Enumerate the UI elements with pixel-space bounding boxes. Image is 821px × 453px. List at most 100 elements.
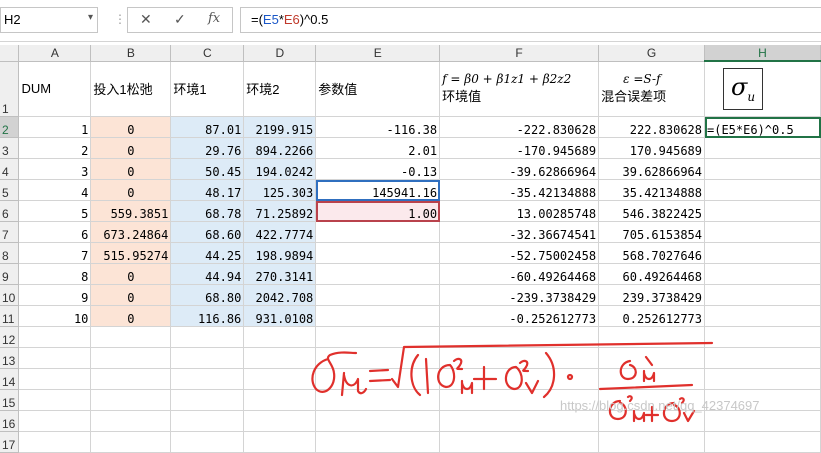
row-header[interactable]: 14 xyxy=(0,368,20,390)
cell-b16[interactable] xyxy=(90,410,172,432)
cell-b5[interactable]: 0 xyxy=(90,179,172,201)
cell-h6[interactable] xyxy=(704,200,821,222)
cell-d1[interactable]: 环境2 xyxy=(243,61,317,117)
row-header[interactable]: 3 xyxy=(0,137,20,159)
row-header[interactable]: 8 xyxy=(0,242,20,264)
row-header[interactable]: 2 xyxy=(0,116,20,138)
column-header-f[interactable]: F xyxy=(439,45,600,62)
row-header[interactable]: 13 xyxy=(0,347,20,369)
cell-a16[interactable] xyxy=(18,410,92,432)
cell-h17[interactable] xyxy=(704,431,821,453)
cell-f6[interactable]: 13.00285748 xyxy=(439,200,600,222)
cell-f11[interactable]: -0.252612773 xyxy=(439,305,600,327)
row-header[interactable]: 17 xyxy=(0,431,20,453)
cell-c9[interactable]: 44.94 xyxy=(170,263,245,285)
cell-e9[interactable] xyxy=(315,263,441,285)
cell-g8[interactable]: 568.7027646 xyxy=(598,242,705,264)
cell-f5[interactable]: -35.42134888 xyxy=(439,179,600,201)
cell-a2[interactable]: 1 xyxy=(18,116,92,138)
cell-a7[interactable]: 6 xyxy=(18,221,92,243)
cell-f2[interactable]: -222.830628 xyxy=(439,116,600,138)
cell-b8[interactable]: 515.95274 xyxy=(90,242,172,264)
column-header-e[interactable]: E xyxy=(315,45,441,62)
cell-c12[interactable] xyxy=(170,326,245,348)
cell-h7[interactable] xyxy=(704,221,821,243)
cell-b1[interactable]: 投入1松弛 xyxy=(90,61,172,117)
cell-g6[interactable]: 546.3822425 xyxy=(598,200,705,222)
cell-c7[interactable]: 68.60 xyxy=(170,221,245,243)
cell-g7[interactable]: 705.6153854 xyxy=(598,221,705,243)
cell-a14[interactable] xyxy=(18,368,92,390)
cell-d7[interactable]: 422.7774 xyxy=(243,221,317,243)
column-header-d[interactable]: D xyxy=(243,45,317,62)
cell-b3[interactable]: 0 xyxy=(90,137,172,159)
cell-h1[interactable]: σu xyxy=(704,61,821,117)
cell-a15[interactable] xyxy=(18,389,92,411)
cell-a8[interactable]: 7 xyxy=(18,242,92,264)
cell-f17[interactable] xyxy=(439,431,600,453)
cell-g17[interactable] xyxy=(598,431,705,453)
row-header[interactable]: 16 xyxy=(0,410,20,432)
cell-f8[interactable]: -52.75002458 xyxy=(439,242,600,264)
cell-d8[interactable]: 198.9894 xyxy=(243,242,317,264)
cell-b13[interactable] xyxy=(90,347,172,369)
cell-f3[interactable]: -170.945689 xyxy=(439,137,600,159)
cell-g10[interactable]: 239.3738429 xyxy=(598,284,705,306)
cell-a9[interactable]: 8 xyxy=(18,263,92,285)
cell-g4[interactable]: 39.62866964 xyxy=(598,158,705,180)
column-header-a[interactable]: A xyxy=(18,45,92,62)
cell-e3[interactable]: 2.01 xyxy=(315,137,441,159)
row-header[interactable]: 1 xyxy=(0,61,20,117)
column-header-b[interactable]: B xyxy=(90,45,172,62)
cell-h4[interactable] xyxy=(704,158,821,180)
column-header-g[interactable]: G xyxy=(598,45,705,62)
row-header[interactable]: 7 xyxy=(0,221,20,243)
cell-a12[interactable] xyxy=(18,326,92,348)
cell-e6[interactable]: 1.00 xyxy=(315,200,441,222)
row-header[interactable]: 15 xyxy=(0,389,20,411)
cell-e4[interactable]: -0.13 xyxy=(315,158,441,180)
cell-g11[interactable]: 0.252612773 xyxy=(598,305,705,327)
formula-input[interactable]: =(E5*E6)^0.5 xyxy=(240,7,821,33)
cell-a1[interactable]: DUM xyxy=(18,61,92,117)
row-header[interactable]: 9 xyxy=(0,263,20,285)
cancel-icon[interactable]: ✕ xyxy=(140,11,152,28)
cell-e8[interactable] xyxy=(315,242,441,264)
cell-b10[interactable]: 0 xyxy=(90,284,172,306)
cell-d2[interactable]: 2199.915 xyxy=(243,116,317,138)
enter-icon[interactable]: ✓ xyxy=(174,11,186,28)
cell-b17[interactable] xyxy=(90,431,172,453)
cell-e17[interactable] xyxy=(315,431,441,453)
select-all-corner[interactable] xyxy=(0,45,20,62)
cell-b7[interactable]: 673.24864 xyxy=(90,221,172,243)
cell-d10[interactable]: 2042.708 xyxy=(243,284,317,306)
cell-c10[interactable]: 68.80 xyxy=(170,284,245,306)
cell-g3[interactable]: 170.945689 xyxy=(598,137,705,159)
cell-h2[interactable]: =(E5*E6)^0.5 xyxy=(704,116,821,138)
cell-b14[interactable] xyxy=(90,368,172,390)
cell-b11[interactable]: 0 xyxy=(90,305,172,327)
cell-h5[interactable] xyxy=(704,179,821,201)
cell-c15[interactable] xyxy=(170,389,245,411)
cell-b4[interactable]: 0 xyxy=(90,158,172,180)
row-header[interactable]: 5 xyxy=(0,179,20,201)
cell-e5[interactable]: 145941.16 xyxy=(315,179,441,201)
cell-h11[interactable] xyxy=(704,305,821,327)
cell-h10[interactable] xyxy=(704,284,821,306)
row-header[interactable]: 6 xyxy=(0,200,20,222)
row-header[interactable]: 12 xyxy=(0,326,20,348)
cell-d9[interactable]: 270.3141 xyxy=(243,263,317,285)
cell-d4[interactable]: 194.0242 xyxy=(243,158,317,180)
column-header-c[interactable]: C xyxy=(170,45,245,62)
cell-h8[interactable] xyxy=(704,242,821,264)
cell-g1[interactable]: ε =S-f 混合误差项 xyxy=(598,61,705,117)
cell-f1[interactable]: f = β0 + β1z1 + β2z2 环境值 xyxy=(439,61,600,117)
cell-d3[interactable]: 894.2266 xyxy=(243,137,317,159)
cell-e10[interactable] xyxy=(315,284,441,306)
row-header[interactable]: 4 xyxy=(0,158,20,180)
chevron-down-icon[interactable]: ▾ xyxy=(88,12,93,23)
cell-c8[interactable]: 44.25 xyxy=(170,242,245,264)
cell-d17[interactable] xyxy=(243,431,317,453)
row-header[interactable]: 10 xyxy=(0,284,20,306)
cell-e2[interactable]: -116.38 xyxy=(315,116,441,138)
